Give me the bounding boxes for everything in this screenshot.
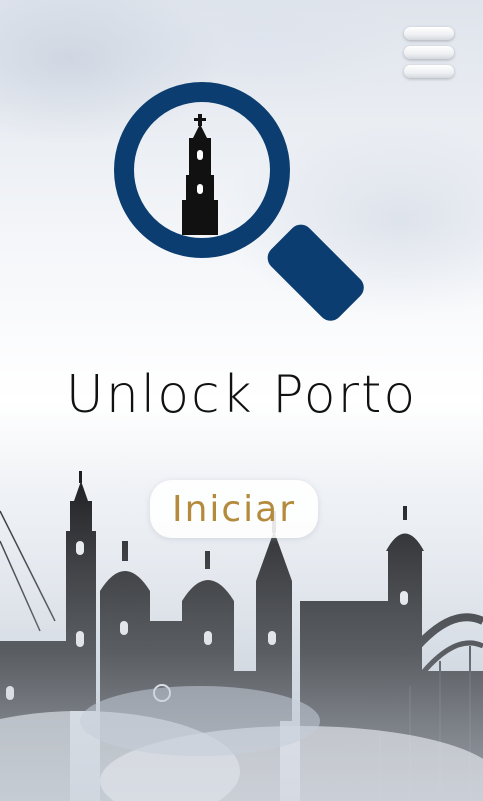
start-button[interactable]: Iniciar	[150, 480, 318, 538]
magnifying-glass-tower-icon	[114, 82, 364, 321]
menu-button[interactable]	[401, 24, 457, 82]
app-title: Unlock Porto	[65, 365, 418, 425]
